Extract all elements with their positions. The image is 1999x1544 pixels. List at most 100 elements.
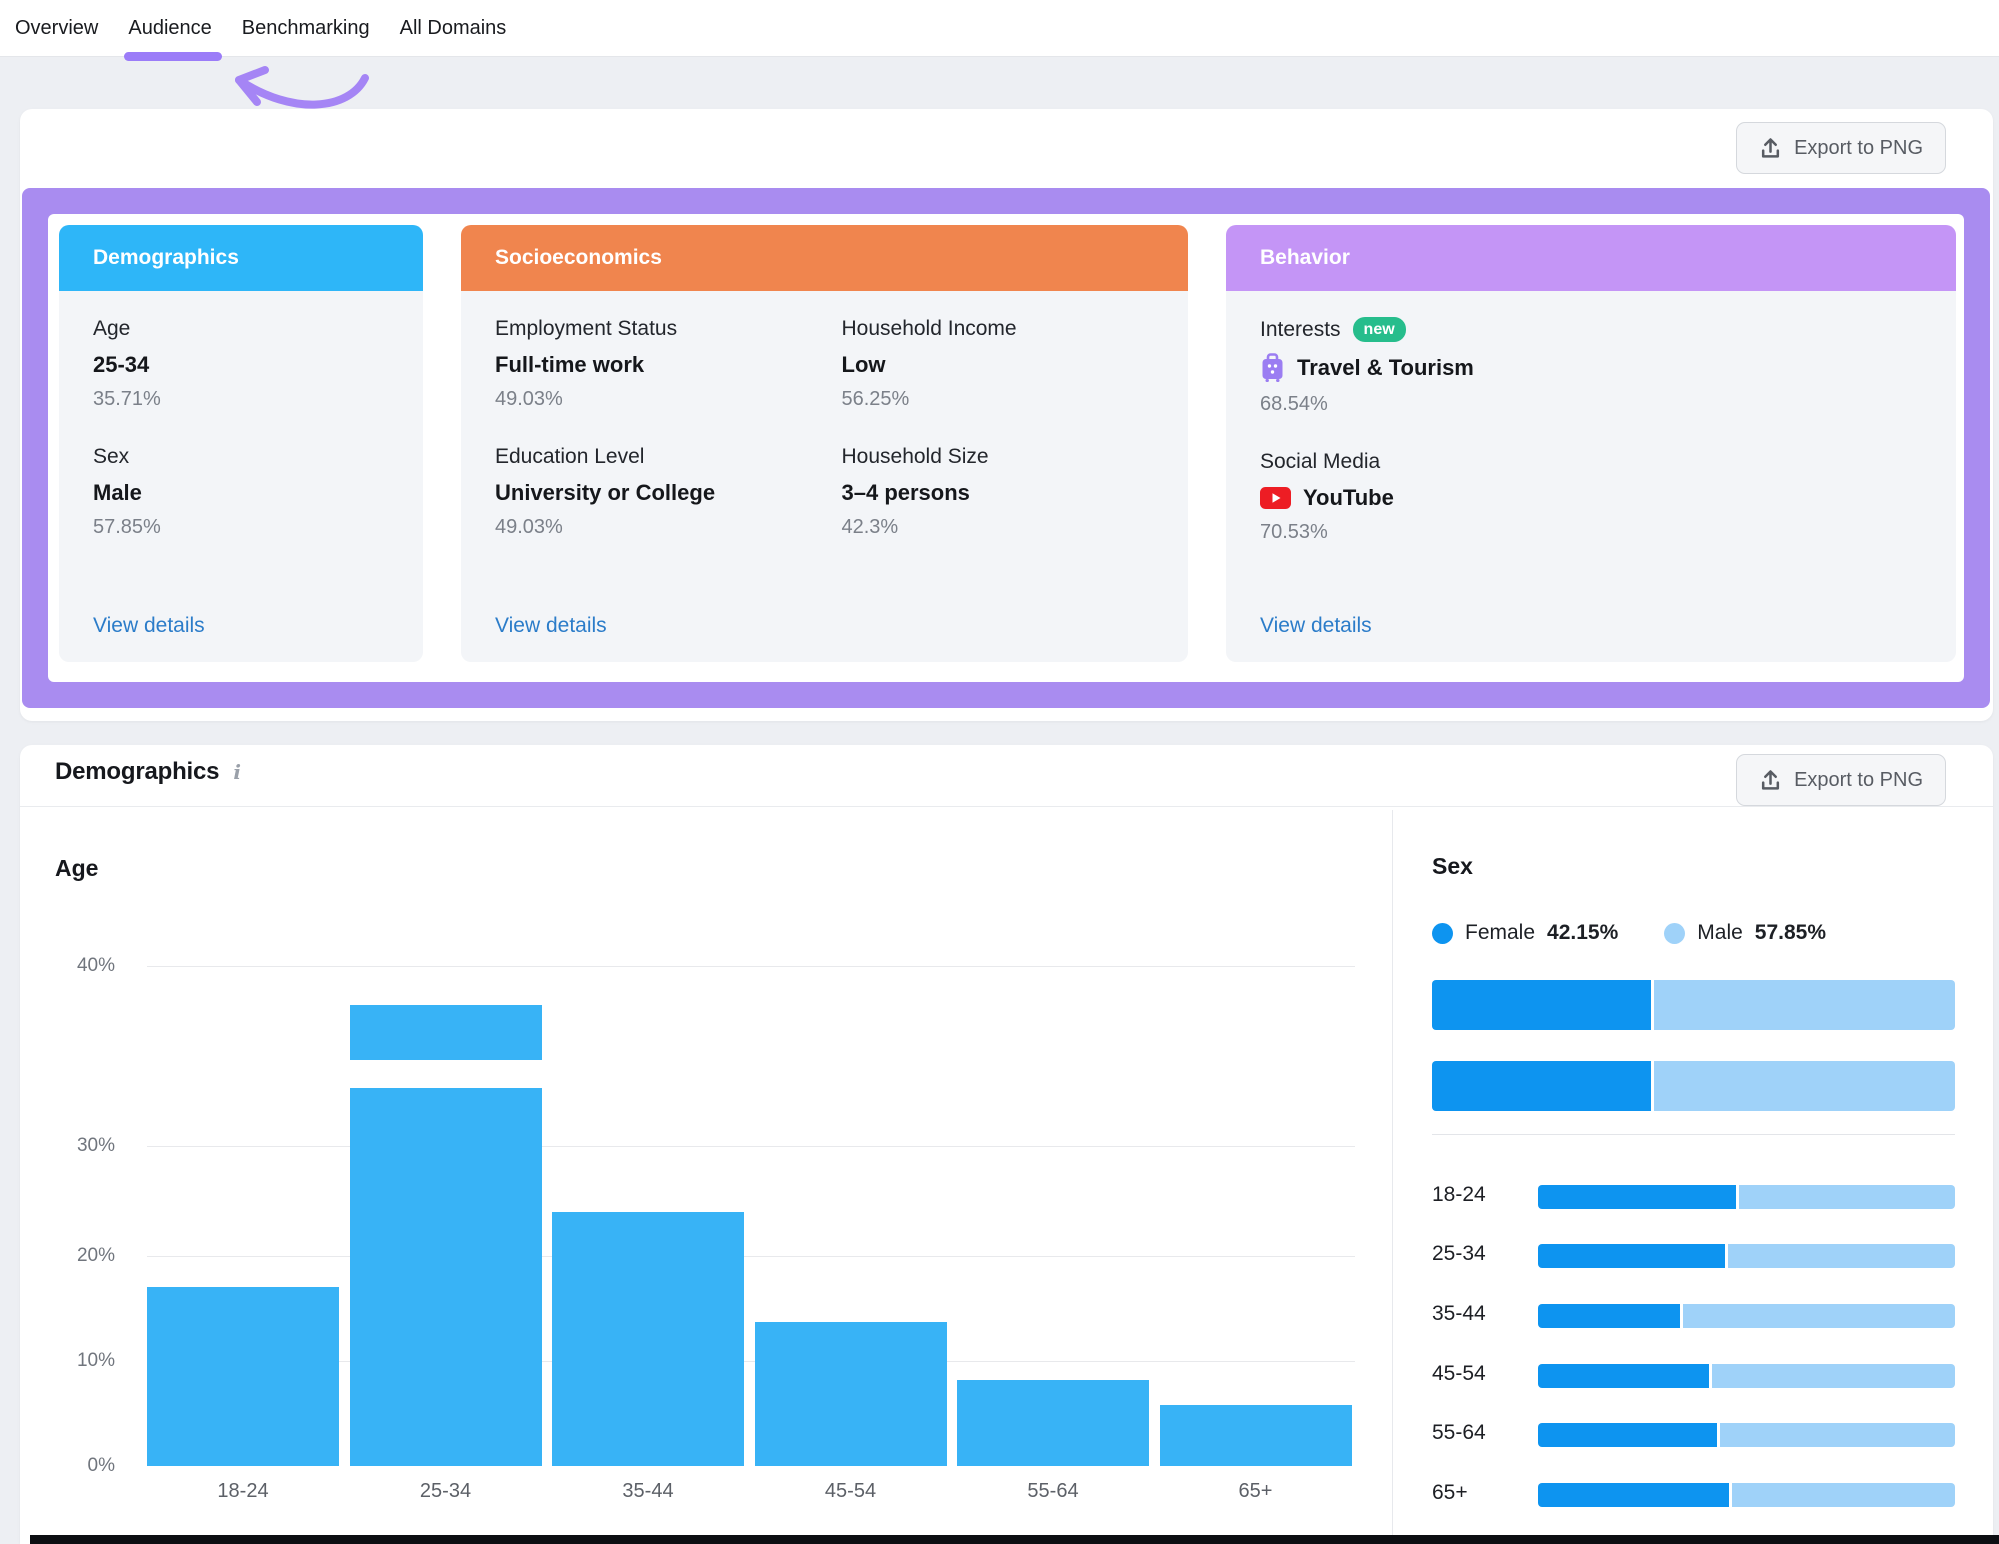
card-body: Employment Status Full-time work 49.03% Edu…: [461, 291, 1188, 662]
youtube-icon: [1260, 487, 1291, 510]
metric-percent: 57.85%: [93, 516, 161, 538]
metric-value-text: Travel & Tourism: [1297, 355, 1474, 381]
view-details-link-socioeconomics[interactable]: View details: [495, 614, 607, 638]
metric-value: Low: [842, 352, 1189, 378]
view-details-link-demographics[interactable]: View details: [93, 614, 205, 638]
sex-overall-bar: [1432, 980, 1955, 1030]
legend-dot-male: [1664, 922, 1686, 944]
sex-chart-title: Sex: [1432, 853, 1473, 879]
sex-legend: Female 42.15% Male 57.85%: [1432, 921, 1826, 945]
male-segment: [1732, 1483, 1955, 1507]
new-badge: new: [1352, 317, 1406, 343]
metric-sex: Sex Male 57.85%: [93, 445, 423, 539]
x-axis-label-45-54: 45-54: [824, 1480, 877, 1502]
screen: Overview Audience Benchmarking All Domains …: [0, 0, 1999, 1544]
sex-overall-bar-2: [1432, 1061, 1955, 1111]
info-icon[interactable]: i: [233, 760, 241, 784]
export-png-button[interactable]: Export to PNG: [1736, 122, 1946, 174]
metric-label: Household Size: [842, 445, 1189, 469]
nav-tab-label: Audience: [128, 16, 212, 39]
metric-label-text: Household Income: [841, 317, 1017, 340]
female-segment: [1538, 1185, 1736, 1209]
metric-label-text: Household Size: [841, 445, 989, 468]
screenshot-bottom-edge: [30, 1535, 1999, 1544]
nav-tab-label: Benchmarking: [241, 16, 370, 39]
summary-cards: Demographics Age 25-34 35.71% Sex Male 57.85% V…: [48, 214, 1964, 682]
metric-value: Travel & Tourism: [1260, 353, 1956, 383]
female-segment: [1538, 1423, 1718, 1447]
legend-dot-female: [1432, 922, 1453, 944]
male-segment: [1728, 1244, 1955, 1268]
x-axis-label-65+: 65+: [1238, 1480, 1273, 1502]
card-header-behavior: Behavior: [1226, 225, 1956, 291]
card-body: Age 25-34 35.71% Sex Male 57.85%: [59, 291, 423, 662]
sex-section-divider: [1432, 1134, 1955, 1135]
metric-percent: 49.03%: [495, 516, 563, 538]
audience-arrow-icon: [235, 66, 369, 109]
upload-icon: [1761, 769, 1780, 790]
metric-social-media: Social Media YouTube 70.53%: [1260, 450, 1956, 544]
sex-row-label-65+: 65+: [1432, 1481, 1468, 1504]
metric-value: 25-34: [93, 352, 423, 378]
age-bar-55-64: [957, 1380, 1149, 1466]
card-column: Interests new Travel & Tourism 68.54% Social…: [1260, 317, 1956, 662]
metric-label: Interests new: [1260, 317, 1956, 343]
metric-label-text: Interests: [1260, 317, 1341, 341]
metric-value-text: Male: [93, 480, 142, 505]
sex-row-bar-18-24: [1538, 1185, 1955, 1209]
metric-value-text: YouTube: [1303, 485, 1394, 511]
x-axis-label-18-24: 18-24: [217, 1480, 269, 1502]
nav-tab-all-domains[interactable]: All Domains: [400, 0, 507, 56]
x-axis-label-25-34: 25-34: [419, 1480, 472, 1502]
male-segment: [1711, 1364, 1955, 1388]
nav-tab-label: All Domains: [399, 16, 507, 39]
metric-value-text: Full-time work: [495, 352, 645, 377]
youtube-icon: [1260, 487, 1291, 510]
card-title: Socioeconomics: [495, 246, 662, 269]
age-chart-title: Age: [55, 855, 99, 881]
metric-value: Male: [93, 480, 423, 506]
card-column: Age 25-34 35.71% Sex Male 57.85%: [93, 317, 423, 662]
metric-label-text: Sex: [93, 445, 130, 468]
age-bar-25-34: [349, 1088, 542, 1466]
metric-label: Social Media: [1260, 450, 1956, 474]
male-segment: [1738, 1185, 1955, 1209]
y-axis-tick: 0%: [87, 1455, 115, 1476]
market-audience-summary-panel: Market Audience Summaryi Export to PNG D…: [20, 109, 1993, 721]
export-png-label: Export to PNG: [1794, 768, 1923, 791]
sex-row-bar-45-54: [1538, 1364, 1955, 1388]
sex-row-bar-55-64: [1538, 1423, 1955, 1447]
metric-household-income: Household Income Low 56.25%: [842, 317, 1189, 411]
legend-label: Female: [1465, 921, 1536, 944]
view-details-link-behavior[interactable]: View details: [1260, 614, 1372, 638]
luggage-icon: [1262, 353, 1283, 383]
upload-icon: [1761, 137, 1780, 158]
metric-value: University or College: [495, 480, 842, 506]
legend-value: 42.15%: [1547, 921, 1619, 944]
export-png-button-2[interactable]: Export to PNG: [1736, 754, 1946, 806]
audience-highlight-band: Demographics Age 25-34 35.71% Sex Male 57.85% V…: [22, 188, 1990, 708]
export-png-label: Export to PNG: [1794, 136, 1923, 159]
age-bar-18-24: [147, 1287, 339, 1466]
metric-percent: 70.53%: [1260, 521, 1328, 544]
age-bar-25-34-cap: [349, 1005, 542, 1060]
chart-gridline: [147, 966, 1355, 967]
metric-label: Sex: [93, 445, 423, 469]
chart-gridline: [147, 1146, 1355, 1147]
chart-vertical-divider: [1392, 810, 1393, 1536]
male-segment: [1720, 1423, 1955, 1447]
nav-tab-audience[interactable]: Audience: [124, 0, 223, 61]
sex-row-label-18-24: 18-24: [1432, 1183, 1486, 1206]
metric-education-level: Education Level University or College 49.0…: [495, 445, 842, 539]
metric-percent: 42.3%: [841, 516, 899, 538]
metric-household-size: Household Size 3–4 persons 42.3%: [842, 445, 1189, 539]
male-segment: [1682, 1304, 1955, 1328]
metric-value-text: 25-34: [93, 352, 150, 377]
metric-label: Education Level: [495, 445, 842, 469]
age-bar-45-54: [754, 1322, 947, 1466]
nav-tab-overview[interactable]: Overview: [15, 0, 98, 56]
metric-value: Full-time work: [495, 352, 842, 378]
metric-value-text: 3–4 persons: [841, 480, 970, 505]
sex-row-bar-25-34: [1538, 1244, 1955, 1268]
card-header-demographics: Demographics: [59, 225, 423, 291]
